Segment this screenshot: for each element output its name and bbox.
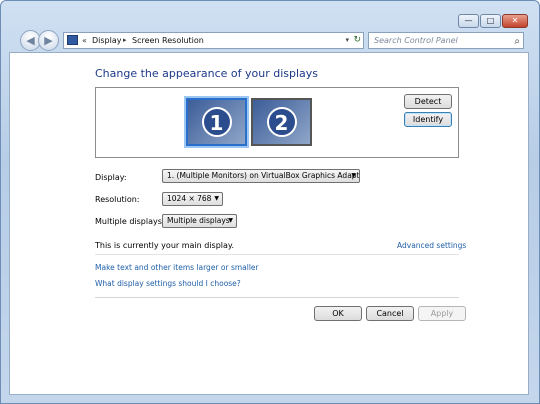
main-content: Change the appearance of your displays 1… (9, 52, 529, 395)
display-label: Display: (95, 173, 127, 182)
detect-button[interactable]: Detect (404, 94, 452, 109)
display-help-link[interactable]: What display settings should I choose? (95, 279, 241, 288)
apply-button[interactable]: Apply (418, 306, 466, 321)
multiple-displays-label: Multiple displays: (95, 217, 165, 226)
search-input[interactable]: Search Control Panel ⌕ (368, 32, 524, 49)
arrow-right-icon: ▶ (44, 34, 53, 47)
refresh-icon[interactable]: ↻ (353, 33, 361, 48)
minimize-button[interactable]: — (458, 14, 479, 28)
resolution-label: Resolution: (95, 195, 140, 204)
resolution-select[interactable]: 1024 × 768 ▼ (162, 192, 223, 206)
breadcrumb-display[interactable]: Display (92, 33, 122, 48)
advanced-settings-link[interactable]: Advanced settings (397, 241, 466, 250)
main-display-status: This is currently your main display. (95, 241, 235, 250)
resolution-select-value: 1024 × 768 (167, 194, 212, 203)
address-overflow-chevron[interactable]: « (82, 33, 87, 48)
breadcrumb-separator-icon[interactable]: ▸ (123, 33, 127, 48)
multiple-displays-select-value: Multiple displays (167, 216, 230, 225)
cancel-button[interactable]: Cancel (366, 306, 414, 321)
monitor-1[interactable]: 1 (186, 98, 247, 146)
control-panel-window: — □ ✕ ◀ ▶ « Display ▸ Screen Resolution … (0, 0, 540, 404)
address-bar[interactable]: « Display ▸ Screen Resolution ▾ ↻ (63, 32, 364, 49)
window-controls: — □ ✕ (458, 14, 528, 28)
chevron-down-icon: ▼ (228, 217, 233, 224)
navigation-bar: ◀ ▶ « Display ▸ Screen Resolution ▾ ↻ Se… (1, 28, 539, 52)
text-size-link[interactable]: Make text and other items larger or smal… (95, 263, 259, 272)
monitor-icon (67, 35, 78, 45)
display-select-value: 1. (Multiple Monitors) on VirtualBox Gra… (167, 171, 360, 180)
footer-divider (95, 297, 459, 298)
multiple-displays-select[interactable]: Multiple displays ▼ (162, 214, 237, 228)
forward-button[interactable]: ▶ (38, 30, 59, 51)
close-button[interactable]: ✕ (502, 14, 528, 28)
monitor-arrangement-panel: 1 2 Detect Identify (95, 87, 459, 158)
search-placeholder: Search Control Panel (374, 36, 458, 45)
page-title: Change the appearance of your displays (95, 67, 319, 80)
chevron-down-icon: ▼ (214, 195, 219, 202)
ok-button[interactable]: OK (314, 306, 362, 321)
search-icon[interactable]: ⌕ (514, 34, 520, 49)
identify-button[interactable]: Identify (404, 112, 452, 127)
breadcrumb-screen-resolution[interactable]: Screen Resolution (132, 33, 204, 48)
chevron-down-icon: ▼ (351, 172, 356, 179)
address-dropdown-icon[interactable]: ▾ (345, 33, 349, 48)
display-select[interactable]: 1. (Multiple Monitors) on VirtualBox Gra… (162, 169, 360, 183)
monitor-number: 1 (201, 107, 232, 137)
maximize-button[interactable]: □ (480, 14, 501, 28)
arrow-left-icon: ◀ (26, 34, 35, 47)
divider (95, 254, 459, 255)
monitor-2[interactable]: 2 (251, 98, 312, 146)
monitor-number: 2 (266, 107, 297, 137)
